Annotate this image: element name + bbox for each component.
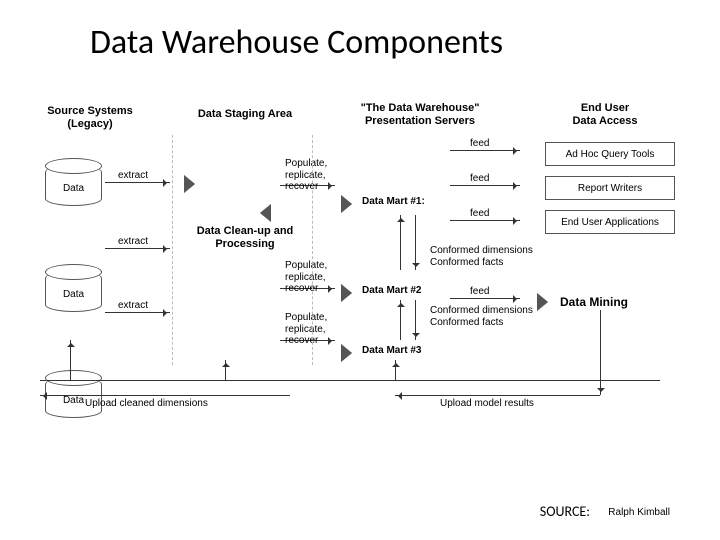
feed-label: feed (470, 208, 489, 220)
mart-icon (342, 196, 352, 212)
arrow-feed (450, 185, 520, 186)
tool-adhoc: Ad Hoc Query Tools (545, 142, 675, 166)
arrow-extract (105, 182, 170, 183)
tool-euapp: End User Applications (545, 210, 675, 234)
arrow-extract (105, 248, 170, 249)
conformed-label: Conformed dimensions Conformed facts (430, 305, 533, 328)
extract-label: extract (118, 300, 148, 312)
staging-merge-icon (185, 176, 195, 192)
arrow-conformed (415, 300, 416, 340)
col-header-enduser: End User Data Access (555, 102, 655, 127)
cylinder-label: Data (46, 289, 101, 300)
arrow-upload-model-h (395, 395, 600, 396)
source-author: Ralph Kimball (608, 507, 670, 519)
extract-label: extract (118, 236, 148, 248)
source-cylinder: Data (45, 271, 102, 312)
arrow-feed (450, 220, 520, 221)
arrow-upload-model (395, 360, 396, 380)
mart-icon (342, 345, 352, 361)
arrow-feed (450, 150, 520, 151)
staging-split-icon (260, 205, 270, 221)
arrow-conformed (400, 300, 401, 340)
populate-label: Populate, replicate, recover (285, 260, 327, 295)
feed-label: feed (470, 138, 489, 150)
arrow-conformed (415, 215, 416, 270)
tool-report: Report Writers (545, 176, 675, 200)
feedback-line (40, 380, 660, 381)
populate-label: Populate, replicate, recover (285, 312, 327, 347)
staging-frame (172, 135, 173, 365)
upload-dims-label: Upload cleaned dimensions (85, 398, 208, 410)
feed-label: feed (470, 173, 489, 185)
extract-label: extract (118, 170, 148, 182)
col-header-source: Source Systems (Legacy) (35, 105, 145, 130)
arrow-conformed (400, 215, 401, 270)
conformed-label: Conformed dimensions Conformed facts (430, 245, 533, 268)
upload-model-label: Upload model results (440, 398, 534, 410)
feed-label: feed (470, 286, 489, 298)
arrow-upload-dims (225, 360, 226, 380)
arrow-upload-dims (70, 340, 71, 380)
arrow-upload-dims-h (40, 395, 290, 396)
data-mart-label: Data Mart #3 (362, 345, 421, 357)
data-mart-label: Data Mart #2 (362, 285, 421, 297)
arrow-feed (450, 298, 520, 299)
source-cylinder: Data (45, 165, 102, 206)
staging-frame (312, 135, 313, 365)
cleanup-label: Data Clean-up and Processing (185, 225, 305, 250)
mart-icon (342, 285, 352, 301)
slide-title: Data Warehouse Components (90, 22, 503, 63)
arrow-extract (105, 312, 170, 313)
cylinder-label: Data (46, 183, 101, 194)
data-mart-label: Data Mart #1: (362, 196, 425, 208)
col-header-staging: Data Staging Area (185, 108, 305, 121)
arrow-upload-model-v (600, 310, 601, 395)
source-label: SOURCE: (540, 503, 590, 520)
mining-icon (538, 294, 548, 310)
col-header-dw: "The Data Warehouse" Presentation Server… (340, 102, 500, 127)
populate-label: Populate, replicate, recover (285, 158, 327, 193)
tool-mining: Data Mining (560, 296, 628, 310)
